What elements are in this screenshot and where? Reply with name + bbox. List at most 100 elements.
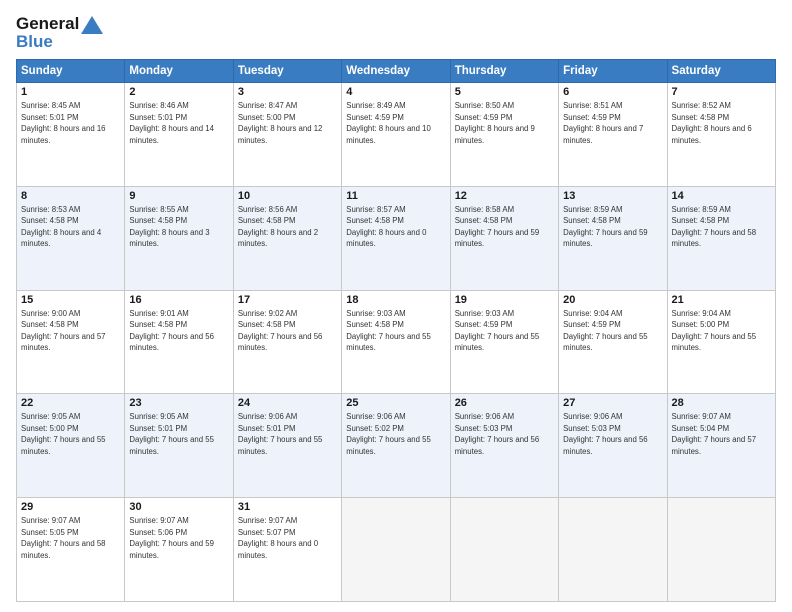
day-cell-10: 10 Sunrise: 8:56 AMSunset: 4:58 PMDaylig… [233, 186, 341, 290]
day-number: 11 [346, 190, 445, 202]
day-number: 25 [346, 397, 445, 409]
day-info: Sunrise: 9:02 AMSunset: 4:58 PMDaylight:… [238, 309, 323, 353]
logo-text: General [16, 14, 103, 34]
day-info: Sunrise: 9:06 AMSunset: 5:03 PMDaylight:… [563, 412, 648, 456]
day-info: Sunrise: 8:59 AMSunset: 4:58 PMDaylight:… [563, 205, 648, 249]
day-info: Sunrise: 9:04 AMSunset: 5:00 PMDaylight:… [672, 309, 757, 353]
day-info: Sunrise: 8:52 AMSunset: 4:58 PMDaylight:… [672, 101, 752, 145]
day-cell-24: 24 Sunrise: 9:06 AMSunset: 5:01 PMDaylig… [233, 394, 341, 498]
header: General Blue [16, 14, 776, 51]
day-cell-20: 20 Sunrise: 9:04 AMSunset: 4:59 PMDaylig… [559, 290, 667, 394]
weekday-header-wednesday: Wednesday [342, 60, 450, 83]
day-cell-23: 23 Sunrise: 9:05 AMSunset: 5:01 PMDaylig… [125, 394, 233, 498]
day-cell-29: 29 Sunrise: 9:07 AMSunset: 5:05 PMDaylig… [17, 498, 125, 602]
weekday-header-friday: Friday [559, 60, 667, 83]
week-row-5: 29 Sunrise: 9:07 AMSunset: 5:05 PMDaylig… [17, 498, 776, 602]
day-number: 9 [129, 190, 228, 202]
weekday-header-monday: Monday [125, 60, 233, 83]
day-cell-14: 14 Sunrise: 8:59 AMSunset: 4:58 PMDaylig… [667, 186, 775, 290]
day-number: 10 [238, 190, 337, 202]
day-number: 19 [455, 294, 554, 306]
day-cell-5: 5 Sunrise: 8:50 AMSunset: 4:59 PMDayligh… [450, 83, 558, 187]
empty-cell [450, 498, 558, 602]
day-cell-3: 3 Sunrise: 8:47 AMSunset: 5:00 PMDayligh… [233, 83, 341, 187]
day-info: Sunrise: 9:07 AMSunset: 5:05 PMDaylight:… [21, 516, 106, 560]
day-info: Sunrise: 9:04 AMSunset: 4:59 PMDaylight:… [563, 309, 648, 353]
day-info: Sunrise: 8:51 AMSunset: 4:59 PMDaylight:… [563, 101, 643, 145]
day-info: Sunrise: 9:00 AMSunset: 4:58 PMDaylight:… [21, 309, 106, 353]
day-info: Sunrise: 9:03 AMSunset: 4:59 PMDaylight:… [455, 309, 540, 353]
day-cell-31: 31 Sunrise: 9:07 AMSunset: 5:07 PMDaylig… [233, 498, 341, 602]
day-number: 17 [238, 294, 337, 306]
day-info: Sunrise: 9:07 AMSunset: 5:07 PMDaylight:… [238, 516, 318, 560]
day-info: Sunrise: 8:56 AMSunset: 4:58 PMDaylight:… [238, 205, 318, 249]
day-info: Sunrise: 9:07 AMSunset: 5:06 PMDaylight:… [129, 516, 214, 560]
weekday-header-thursday: Thursday [450, 60, 558, 83]
week-row-4: 22 Sunrise: 9:05 AMSunset: 5:00 PMDaylig… [17, 394, 776, 498]
day-cell-22: 22 Sunrise: 9:05 AMSunset: 5:00 PMDaylig… [17, 394, 125, 498]
day-cell-6: 6 Sunrise: 8:51 AMSunset: 4:59 PMDayligh… [559, 83, 667, 187]
day-number: 13 [563, 190, 662, 202]
day-cell-18: 18 Sunrise: 9:03 AMSunset: 4:58 PMDaylig… [342, 290, 450, 394]
page: General Blue SundayMondayTuesdayWednesda… [0, 0, 792, 612]
day-cell-15: 15 Sunrise: 9:00 AMSunset: 4:58 PMDaylig… [17, 290, 125, 394]
day-info: Sunrise: 9:01 AMSunset: 4:58 PMDaylight:… [129, 309, 214, 353]
day-info: Sunrise: 9:06 AMSunset: 5:03 PMDaylight:… [455, 412, 540, 456]
day-number: 30 [129, 501, 228, 513]
day-cell-16: 16 Sunrise: 9:01 AMSunset: 4:58 PMDaylig… [125, 290, 233, 394]
day-cell-27: 27 Sunrise: 9:06 AMSunset: 5:03 PMDaylig… [559, 394, 667, 498]
day-info: Sunrise: 8:58 AMSunset: 4:58 PMDaylight:… [455, 205, 540, 249]
day-cell-1: 1 Sunrise: 8:45 AMSunset: 5:01 PMDayligh… [17, 83, 125, 187]
day-cell-21: 21 Sunrise: 9:04 AMSunset: 5:00 PMDaylig… [667, 290, 775, 394]
empty-cell [342, 498, 450, 602]
empty-cell [667, 498, 775, 602]
day-info: Sunrise: 9:06 AMSunset: 5:02 PMDaylight:… [346, 412, 431, 456]
day-info: Sunrise: 9:05 AMSunset: 5:00 PMDaylight:… [21, 412, 106, 456]
day-number: 1 [21, 86, 120, 98]
day-info: Sunrise: 8:50 AMSunset: 4:59 PMDaylight:… [455, 101, 535, 145]
day-number: 6 [563, 86, 662, 98]
day-number: 15 [21, 294, 120, 306]
day-number: 27 [563, 397, 662, 409]
day-number: 24 [238, 397, 337, 409]
week-row-1: 1 Sunrise: 8:45 AMSunset: 5:01 PMDayligh… [17, 83, 776, 187]
logo: General Blue [16, 14, 103, 51]
day-number: 16 [129, 294, 228, 306]
day-number: 7 [672, 86, 771, 98]
day-number: 5 [455, 86, 554, 98]
calendar-body: 1 Sunrise: 8:45 AMSunset: 5:01 PMDayligh… [17, 83, 776, 602]
day-number: 29 [21, 501, 120, 513]
day-cell-8: 8 Sunrise: 8:53 AMSunset: 4:58 PMDayligh… [17, 186, 125, 290]
day-cell-28: 28 Sunrise: 9:07 AMSunset: 5:04 PMDaylig… [667, 394, 775, 498]
day-number: 28 [672, 397, 771, 409]
day-number: 23 [129, 397, 228, 409]
day-info: Sunrise: 9:03 AMSunset: 4:58 PMDaylight:… [346, 309, 431, 353]
day-number: 18 [346, 294, 445, 306]
empty-cell [559, 498, 667, 602]
day-info: Sunrise: 9:07 AMSunset: 5:04 PMDaylight:… [672, 412, 757, 456]
day-number: 12 [455, 190, 554, 202]
day-cell-2: 2 Sunrise: 8:46 AMSunset: 5:01 PMDayligh… [125, 83, 233, 187]
day-cell-4: 4 Sunrise: 8:49 AMSunset: 4:59 PMDayligh… [342, 83, 450, 187]
day-cell-9: 9 Sunrise: 8:55 AMSunset: 4:58 PMDayligh… [125, 186, 233, 290]
day-number: 20 [563, 294, 662, 306]
weekday-header-saturday: Saturday [667, 60, 775, 83]
day-info: Sunrise: 8:59 AMSunset: 4:58 PMDaylight:… [672, 205, 757, 249]
day-info: Sunrise: 8:46 AMSunset: 5:01 PMDaylight:… [129, 101, 214, 145]
logo-blue: Blue [16, 32, 103, 52]
day-cell-26: 26 Sunrise: 9:06 AMSunset: 5:03 PMDaylig… [450, 394, 558, 498]
week-row-3: 15 Sunrise: 9:00 AMSunset: 4:58 PMDaylig… [17, 290, 776, 394]
day-number: 4 [346, 86, 445, 98]
day-cell-13: 13 Sunrise: 8:59 AMSunset: 4:58 PMDaylig… [559, 186, 667, 290]
day-cell-11: 11 Sunrise: 8:57 AMSunset: 4:58 PMDaylig… [342, 186, 450, 290]
day-cell-25: 25 Sunrise: 9:06 AMSunset: 5:02 PMDaylig… [342, 394, 450, 498]
day-number: 3 [238, 86, 337, 98]
weekday-header-row: SundayMondayTuesdayWednesdayThursdayFrid… [17, 60, 776, 83]
day-info: Sunrise: 8:57 AMSunset: 4:58 PMDaylight:… [346, 205, 426, 249]
calendar: SundayMondayTuesdayWednesdayThursdayFrid… [16, 59, 776, 602]
weekday-header-sunday: Sunday [17, 60, 125, 83]
day-info: Sunrise: 8:49 AMSunset: 4:59 PMDaylight:… [346, 101, 431, 145]
day-number: 22 [21, 397, 120, 409]
day-info: Sunrise: 8:55 AMSunset: 4:58 PMDaylight:… [129, 205, 209, 249]
day-number: 14 [672, 190, 771, 202]
